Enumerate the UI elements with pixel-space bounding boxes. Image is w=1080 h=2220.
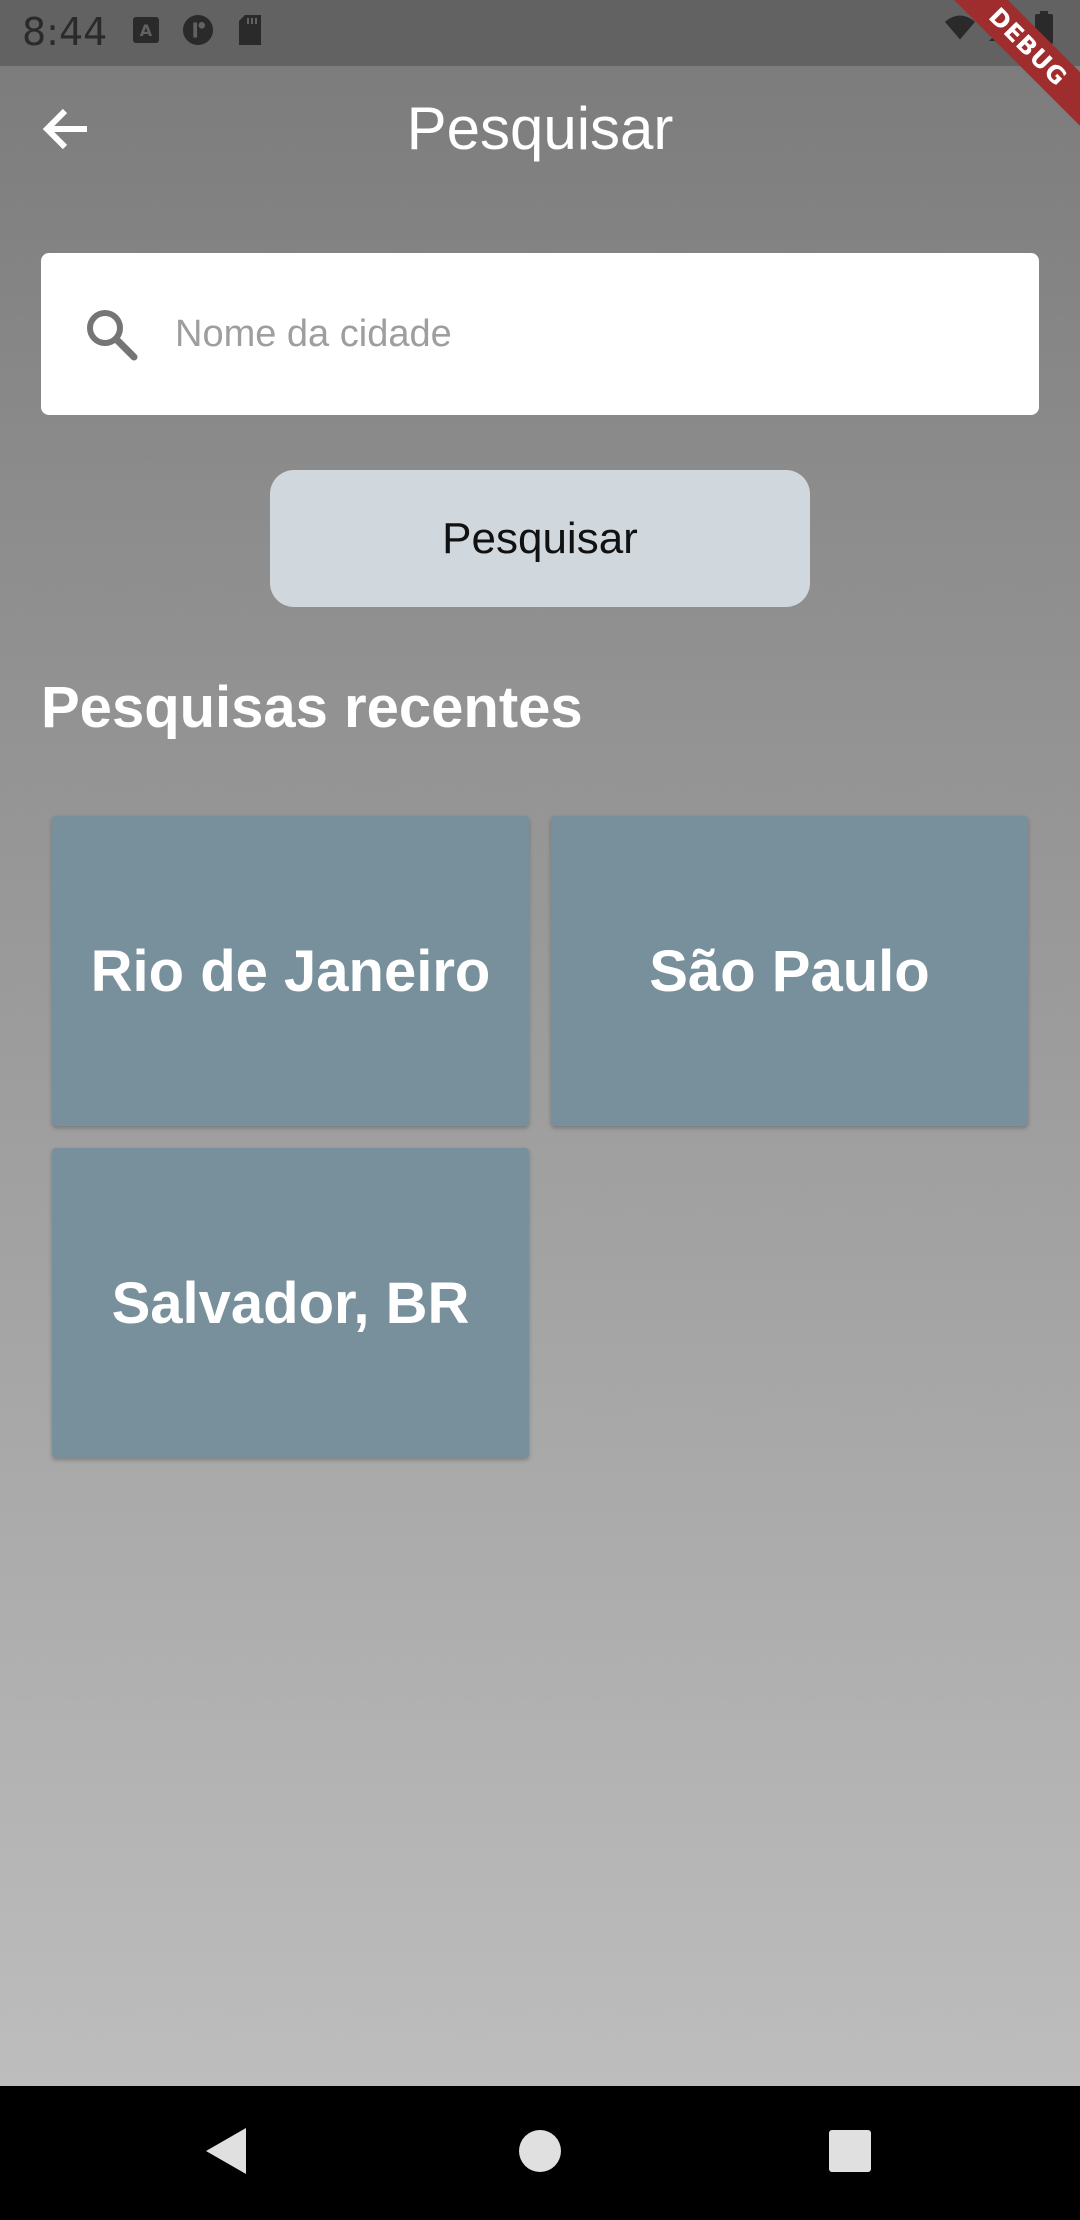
- nav-home-button[interactable]: [508, 2121, 572, 2185]
- app-bar: Pesquisar: [0, 66, 1080, 198]
- search-button[interactable]: Pesquisar: [270, 470, 810, 607]
- status-notification-icons: A: [130, 14, 266, 46]
- city-card-rio-de-janeiro[interactable]: Rio de Janeiro: [52, 816, 529, 1126]
- recent-searches-grid: Rio de Janeiro São Paulo Salvador, BR: [52, 816, 1028, 1458]
- system-nav-bar: [0, 2086, 1080, 2220]
- back-triangle-icon: [204, 2126, 248, 2181]
- search-input[interactable]: [173, 253, 1009, 415]
- city-name: Rio de Janeiro: [90, 938, 491, 1004]
- page-title: Pesquisar: [406, 95, 674, 162]
- city-name: São Paulo: [649, 938, 930, 1004]
- city-name: Salvador, BR: [111, 1270, 470, 1336]
- circle-app-icon: [182, 14, 214, 46]
- svg-text:A: A: [140, 21, 153, 40]
- recents-square-icon: [828, 2129, 872, 2178]
- nav-recents-button[interactable]: [818, 2121, 882, 2185]
- recent-searches-title: Pesquisas recentes: [41, 675, 583, 740]
- status-bar: 8:44 A: [0, 0, 1080, 66]
- sd-card-icon: [234, 14, 266, 46]
- status-time: 8:44: [22, 10, 108, 54]
- city-card-sao-paulo[interactable]: São Paulo: [551, 816, 1028, 1126]
- search-box[interactable]: [41, 253, 1039, 415]
- nav-back-button[interactable]: [194, 2121, 258, 2185]
- search-icon: [81, 304, 141, 364]
- home-circle-icon: [518, 2129, 562, 2178]
- a-notification-icon: A: [130, 14, 162, 46]
- city-card-salvador[interactable]: Salvador, BR: [52, 1148, 529, 1458]
